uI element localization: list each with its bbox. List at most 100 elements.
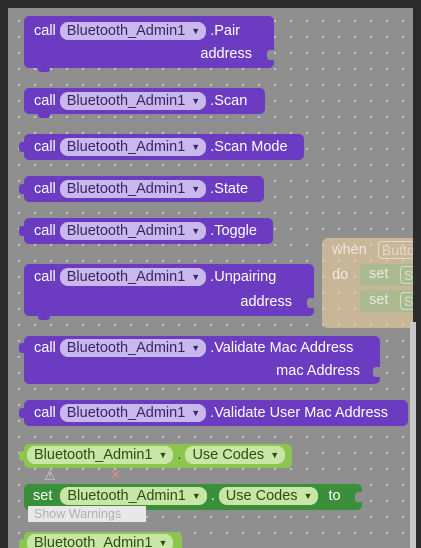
component-dropdown[interactable]: Bluetooth_Admin1 ▼ bbox=[59, 22, 207, 40]
component-name: Bluetooth_Admin1 bbox=[34, 447, 153, 463]
component-dropdown[interactable]: Bluetooth_Admin1 ▼ bbox=[59, 138, 207, 156]
dot-separator: . bbox=[210, 488, 215, 504]
param-label: mac Address bbox=[276, 363, 360, 379]
component-name: Bluetooth_Admin1 bbox=[66, 269, 186, 285]
output-plug bbox=[19, 451, 25, 461]
component-dropdown[interactable]: Bluetooth_Admin1 ▼ bbox=[59, 180, 207, 198]
property-dropdown[interactable]: Use Codes ▼ bbox=[218, 487, 319, 505]
param-socket[interactable] bbox=[267, 50, 274, 60]
block-get-use-codes[interactable]: Bluetooth_Admin1 ▼ . Use Codes ▼ bbox=[19, 444, 292, 468]
dropdown-arrow-icon: ▼ bbox=[191, 491, 201, 501]
ghost-event-block: when Button do set Sc set Sc bbox=[322, 238, 413, 328]
next-connector bbox=[38, 113, 50, 118]
output-plug bbox=[19, 408, 25, 418]
method-name: .Validate User Mac Address bbox=[210, 405, 389, 421]
component-name: Bluetooth_Admin1 bbox=[66, 139, 186, 155]
show-warnings-button[interactable]: Show Warnings bbox=[28, 506, 146, 522]
dropdown-arrow-icon: ▼ bbox=[191, 184, 201, 194]
call-keyword: call bbox=[34, 139, 56, 155]
method-name: .Pair bbox=[210, 23, 241, 39]
component-dropdown[interactable]: Bluetooth_Admin1 ▼ bbox=[60, 487, 207, 505]
next-connector bbox=[38, 315, 50, 320]
dot-separator: . bbox=[177, 447, 182, 463]
component-name: Bluetooth_Admin1 bbox=[66, 223, 186, 239]
param-label: address bbox=[200, 46, 252, 62]
warning-triangle-icon[interactable]: ⚠ bbox=[44, 468, 56, 484]
block-call-unpairing[interactable]: call Bluetooth_Admin1 ▼ .Unpairing addres… bbox=[24, 264, 314, 320]
call-keyword: call bbox=[34, 340, 56, 356]
call-keyword: call bbox=[34, 181, 56, 197]
block-call-scan[interactable]: call Bluetooth_Admin1 ▼ .Scan bbox=[24, 88, 265, 118]
component-name: Bluetooth_Admin1 bbox=[66, 181, 186, 197]
ghost-field: Sc bbox=[400, 292, 413, 310]
output-plug bbox=[19, 184, 25, 194]
ghost-field: Sc bbox=[400, 266, 413, 284]
component-dropdown[interactable]: Bluetooth_Admin1 ▼ bbox=[27, 446, 174, 464]
when-keyword: when bbox=[332, 242, 367, 258]
param-socket[interactable] bbox=[373, 367, 380, 377]
component-dropdown[interactable]: Bluetooth_Admin1 ▼ bbox=[27, 534, 174, 548]
dropdown-arrow-icon: ▼ bbox=[191, 142, 201, 152]
component-dropdown[interactable]: Bluetooth_Admin1 ▼ bbox=[59, 404, 207, 422]
output-plug bbox=[19, 539, 25, 548]
ghost-component-field: Button bbox=[378, 241, 413, 259]
dropdown-arrow-icon: ▼ bbox=[158, 538, 168, 548]
dropdown-arrow-icon: ▼ bbox=[191, 26, 201, 36]
block-call-scan-mode[interactable]: call Bluetooth_Admin1 ▼ .Scan Mode bbox=[19, 134, 304, 160]
block-call-toggle[interactable]: call Bluetooth_Admin1 ▼ .Toggle bbox=[19, 218, 273, 244]
output-plug bbox=[19, 226, 25, 236]
set-keyword: set bbox=[369, 292, 389, 308]
block-call-validate-user-mac-address[interactable]: call Bluetooth_Admin1 ▼ .Validate User Ma… bbox=[19, 400, 408, 426]
component-dropdown[interactable]: Bluetooth_Admin1 ▼ bbox=[59, 339, 207, 357]
call-keyword: call bbox=[34, 405, 56, 421]
ghost-set-block: set Sc bbox=[360, 290, 413, 312]
param-label: address bbox=[240, 294, 292, 310]
component-name: Bluetooth_Admin1 bbox=[34, 535, 153, 548]
dropdown-arrow-icon: ▼ bbox=[270, 450, 280, 460]
param-socket[interactable] bbox=[307, 298, 314, 308]
component-dropdown[interactable]: Bluetooth_Admin1 ▼ bbox=[59, 222, 207, 240]
method-name: .Scan Mode bbox=[210, 139, 288, 155]
component-name: Bluetooth_Admin1 bbox=[67, 488, 186, 504]
next-connector bbox=[38, 67, 50, 72]
component-name: Bluetooth_Admin1 bbox=[66, 405, 186, 421]
vertical-scrollbar[interactable] bbox=[410, 322, 416, 548]
block-call-state[interactable]: call Bluetooth_Admin1 ▼ .State bbox=[19, 176, 264, 202]
show-warnings-label: Show Warnings bbox=[34, 507, 122, 521]
component-name: Bluetooth_Admin1 bbox=[66, 340, 186, 356]
block-call-pair[interactable]: call Bluetooth_Admin1 ▼ .Pair address bbox=[24, 16, 274, 72]
block-get-component-partial[interactable]: Bluetooth_Admin1 ▼ bbox=[19, 532, 182, 548]
component-name: Bluetooth_Admin1 bbox=[66, 23, 186, 39]
dropdown-arrow-icon: ▼ bbox=[191, 226, 201, 236]
component-dropdown[interactable]: Bluetooth_Admin1 ▼ bbox=[59, 92, 207, 110]
dropdown-arrow-icon: ▼ bbox=[191, 96, 201, 106]
call-keyword: call bbox=[34, 93, 56, 109]
dropdown-arrow-icon: ▼ bbox=[191, 408, 201, 418]
call-keyword: call bbox=[34, 269, 56, 285]
property-name: Use Codes bbox=[192, 447, 265, 463]
method-name: .Scan bbox=[210, 93, 248, 109]
block-call-validate-mac-address[interactable]: call Bluetooth_Admin1 ▼ .Validate Mac Add… bbox=[19, 336, 380, 384]
dropdown-arrow-icon: ▼ bbox=[191, 343, 201, 353]
method-name: .Unpairing bbox=[210, 269, 277, 285]
dropdown-arrow-icon: ▼ bbox=[158, 450, 168, 460]
call-keyword: call bbox=[34, 223, 56, 239]
component-name: Bluetooth_Admin1 bbox=[66, 93, 186, 109]
component-dropdown[interactable]: Bluetooth_Admin1 ▼ bbox=[59, 268, 207, 286]
output-plug bbox=[19, 343, 25, 353]
method-name: .Validate Mac Address bbox=[210, 340, 354, 356]
error-x-icon[interactable]: ✕ bbox=[110, 467, 121, 483]
dropdown-arrow-icon: ▼ bbox=[303, 491, 313, 501]
dropdown-arrow-icon: ▼ bbox=[191, 272, 201, 282]
do-keyword: do bbox=[332, 267, 349, 283]
output-plug bbox=[19, 142, 25, 152]
method-name: .State bbox=[210, 181, 249, 197]
call-keyword: call bbox=[34, 23, 56, 39]
value-socket[interactable] bbox=[355, 492, 362, 502]
set-keyword: set bbox=[369, 266, 389, 282]
ghost-set-block: set Sc bbox=[360, 264, 413, 286]
blocks-workspace[interactable]: call Bluetooth_Admin1 ▼ .Pair address cal… bbox=[8, 8, 413, 548]
property-name: Use Codes bbox=[225, 488, 298, 504]
method-name: .Toggle bbox=[210, 223, 257, 239]
property-dropdown[interactable]: Use Codes ▼ bbox=[185, 446, 286, 464]
